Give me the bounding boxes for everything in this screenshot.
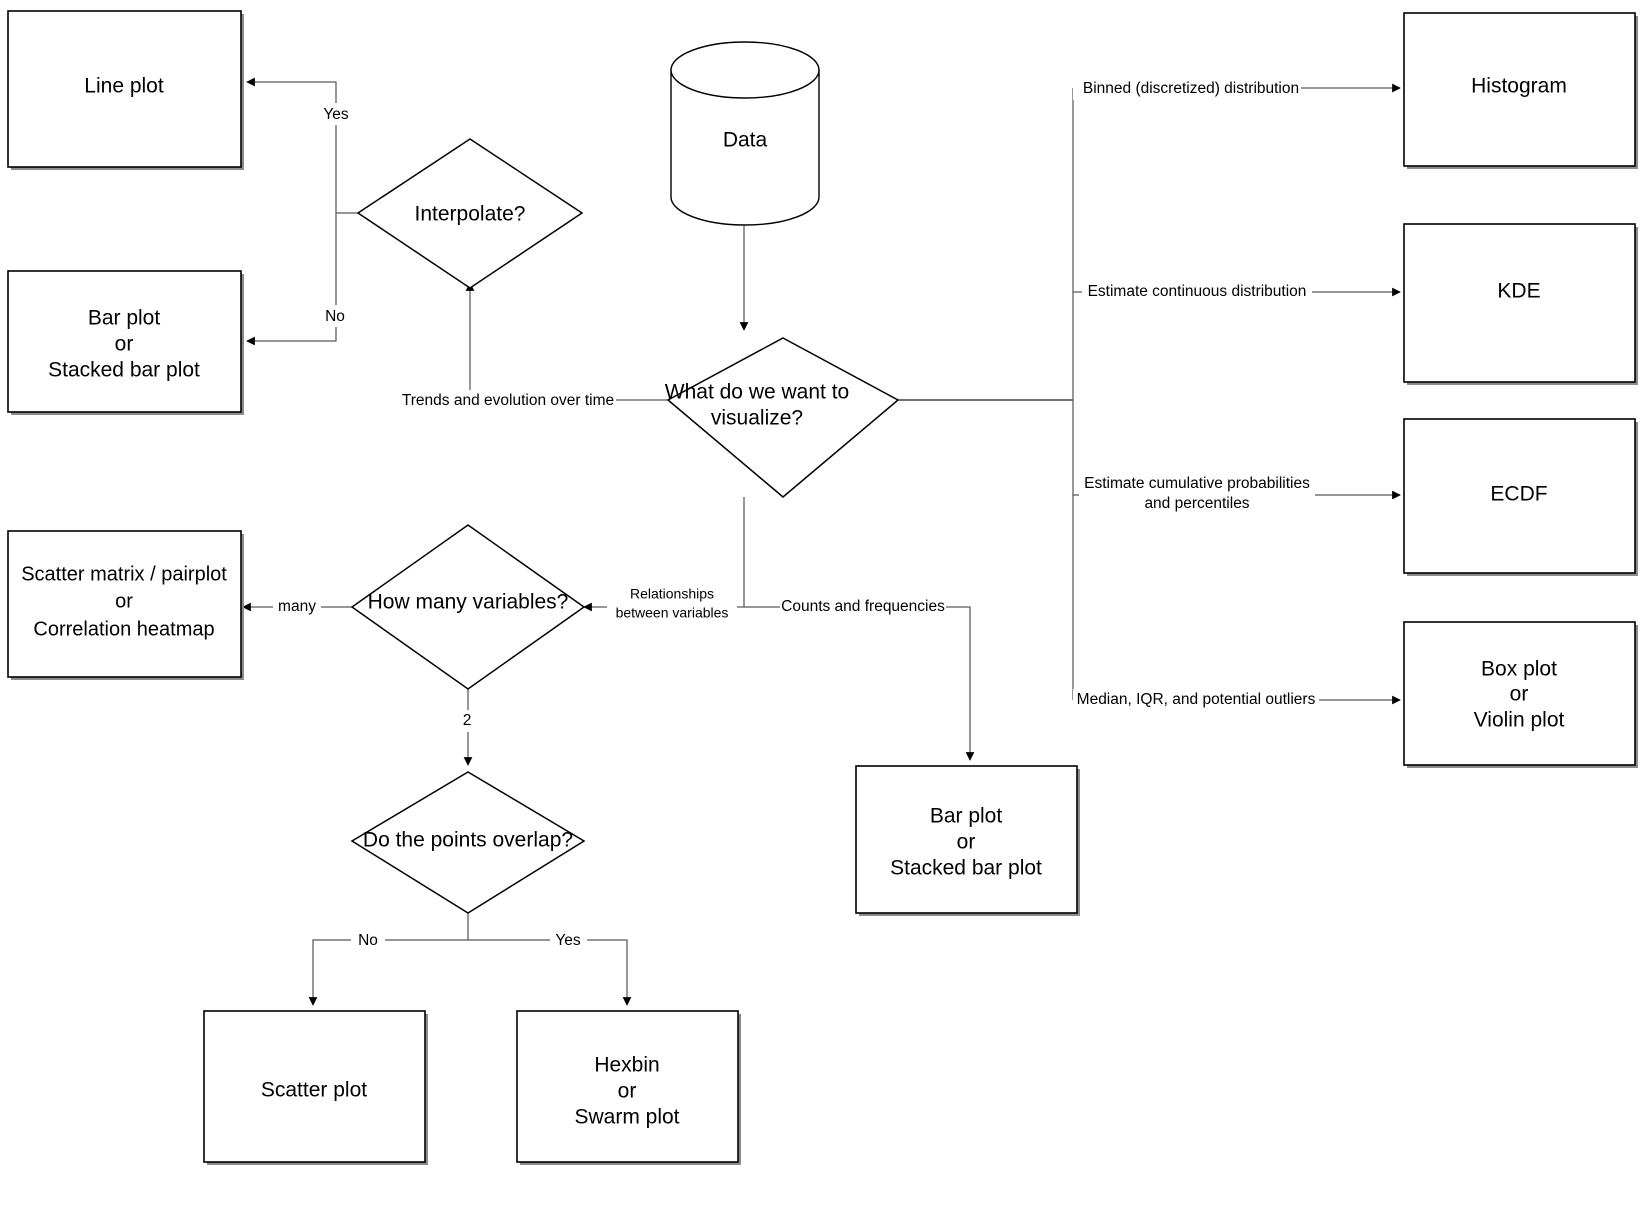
edge-label-relationships: Relationships between variables — [607, 584, 737, 626]
node-kde[interactable]: KDE — [1403, 223, 1638, 385]
node-what-visualize[interactable]: What do we want to visualize? — [665, 337, 900, 498]
node-bar-plot-counts[interactable]: Bar plot or Stacked bar plot — [855, 765, 1080, 916]
node-points-overlap-label: Do the points overlap? — [363, 829, 573, 852]
node-line-plot[interactable]: Line plot — [7, 10, 244, 170]
edge-label-relationships-line1: Relationships — [630, 586, 714, 602]
node-interpolate[interactable]: Interpolate? — [356, 138, 584, 289]
node-box-violin-line2: or — [1510, 683, 1529, 706]
flowchart-svg: Line plot Bar plot or Stacked bar plot I… — [7, 10, 1638, 1165]
node-scatter-matrix-line3: Correlation heatmap — [33, 618, 214, 640]
edge-label-cumulative-line1: Estimate cumulative probabilities — [1084, 475, 1310, 492]
node-how-many-variables[interactable]: How many variables? — [350, 524, 586, 690]
edge-label-yes-interpolate: Yes — [318, 103, 354, 125]
edge-label-two: 2 — [456, 710, 476, 732]
edge-label-counts: Counts and frequencies — [780, 596, 946, 618]
edge-label-cumulative: Estimate cumulative probabilities and pe… — [1079, 471, 1315, 515]
node-bar-plot-counts-line3: Stacked bar plot — [890, 857, 1042, 880]
edge-label-relationships-line2: between variables — [616, 605, 729, 621]
edge-label-yes-interpolate-text: Yes — [323, 106, 349, 123]
node-bar-plot-left-line2: or — [115, 333, 134, 356]
node-points-overlap[interactable]: Do the points overlap? — [350, 771, 586, 914]
node-scatter-plot[interactable]: Scatter plot — [203, 1010, 428, 1165]
node-data-source[interactable]: Data — [670, 41, 820, 226]
node-line-plot-label: Line plot — [84, 75, 164, 98]
node-scatter-matrix[interactable]: Scatter matrix / pairplot or Correlation… — [7, 530, 244, 680]
node-box-violin-line1: Box plot — [1481, 658, 1557, 681]
flowchart-canvas: Line plot Bar plot or Stacked bar plot I… — [0, 0, 1649, 1232]
node-bar-plot-counts-line1: Bar plot — [930, 805, 1003, 828]
edge-visualize-to-interpolate — [465, 282, 668, 401]
edge-label-median-iqr-text: Median, IQR, and potential outliers — [1077, 691, 1316, 708]
node-bar-plot-counts-line2: or — [957, 831, 976, 854]
edge-label-no-overlap-text: No — [358, 932, 378, 949]
node-kde-label: KDE — [1497, 280, 1540, 303]
edge-label-no-overlap: No — [351, 930, 385, 952]
node-hexbin[interactable]: Hexbin or Swarm plot — [516, 1010, 741, 1165]
node-scatter-matrix-line2: or — [115, 590, 133, 612]
node-data-source-label: Data — [723, 129, 768, 152]
node-bar-plot-left-line1: Bar plot — [88, 307, 161, 330]
edge-label-no-interpolate-text: No — [325, 308, 345, 325]
node-box-violin[interactable]: Box plot or Violin plot — [1403, 621, 1638, 768]
node-ecdf[interactable]: ECDF — [1403, 418, 1638, 576]
edge-label-many: many — [273, 596, 321, 618]
node-hexbin-line2: or — [618, 1080, 637, 1103]
edge-label-continuous-text: Estimate continuous distribution — [1088, 283, 1307, 300]
edge-label-continuous: Estimate continuous distribution — [1082, 281, 1312, 303]
node-what-visualize-line1: What do we want to — [665, 381, 849, 404]
edge-no-overlap-to-scatter-plot — [308, 893, 469, 1006]
edge-label-yes-overlap: Yes — [550, 930, 587, 952]
node-bar-plot-left[interactable]: Bar plot or Stacked bar plot — [7, 270, 244, 415]
node-scatter-plot-label: Scatter plot — [261, 1079, 367, 1102]
node-bar-plot-left-line3: Stacked bar plot — [48, 359, 200, 382]
edge-label-no-interpolate: No — [318, 305, 352, 327]
edge-interpolate-yes-line-plot — [246, 77, 358, 214]
node-interpolate-label: Interpolate? — [415, 203, 526, 226]
edge-label-counts-text: Counts and frequencies — [781, 598, 945, 615]
node-how-many-variables-label: How many variables? — [368, 591, 569, 614]
edge-counts-to-bar-plot — [744, 606, 975, 761]
edge-yes-overlap-to-hexbin — [468, 939, 632, 1006]
node-histogram-label: Histogram — [1471, 75, 1567, 98]
node-scatter-matrix-line1: Scatter matrix / pairplot — [21, 563, 227, 585]
edge-label-median-iqr: Median, IQR, and potential outliers — [1073, 689, 1319, 711]
node-histogram[interactable]: Histogram — [1403, 12, 1638, 169]
edge-label-two-text: 2 — [463, 712, 472, 729]
edge-label-trends-text: Trends and evolution over time — [402, 392, 614, 409]
edge-label-cumulative-line2: and percentiles — [1144, 495, 1249, 512]
edge-label-yes-overlap-text: Yes — [555, 932, 581, 949]
node-hexbin-line1: Hexbin — [594, 1054, 659, 1077]
edge-label-many-text: many — [278, 598, 316, 615]
node-box-violin-line3: Violin plot — [1474, 709, 1565, 732]
edge-label-binned-text: Binned (discretized) distribution — [1083, 80, 1299, 97]
node-hexbin-line3: Swarm plot — [574, 1106, 679, 1129]
node-ecdf-label: ECDF — [1490, 483, 1547, 506]
node-what-visualize-line2: visualize? — [711, 407, 803, 430]
edge-label-binned: Binned (discretized) distribution — [1073, 78, 1301, 100]
edge-label-trends: Trends and evolution over time — [400, 390, 616, 412]
